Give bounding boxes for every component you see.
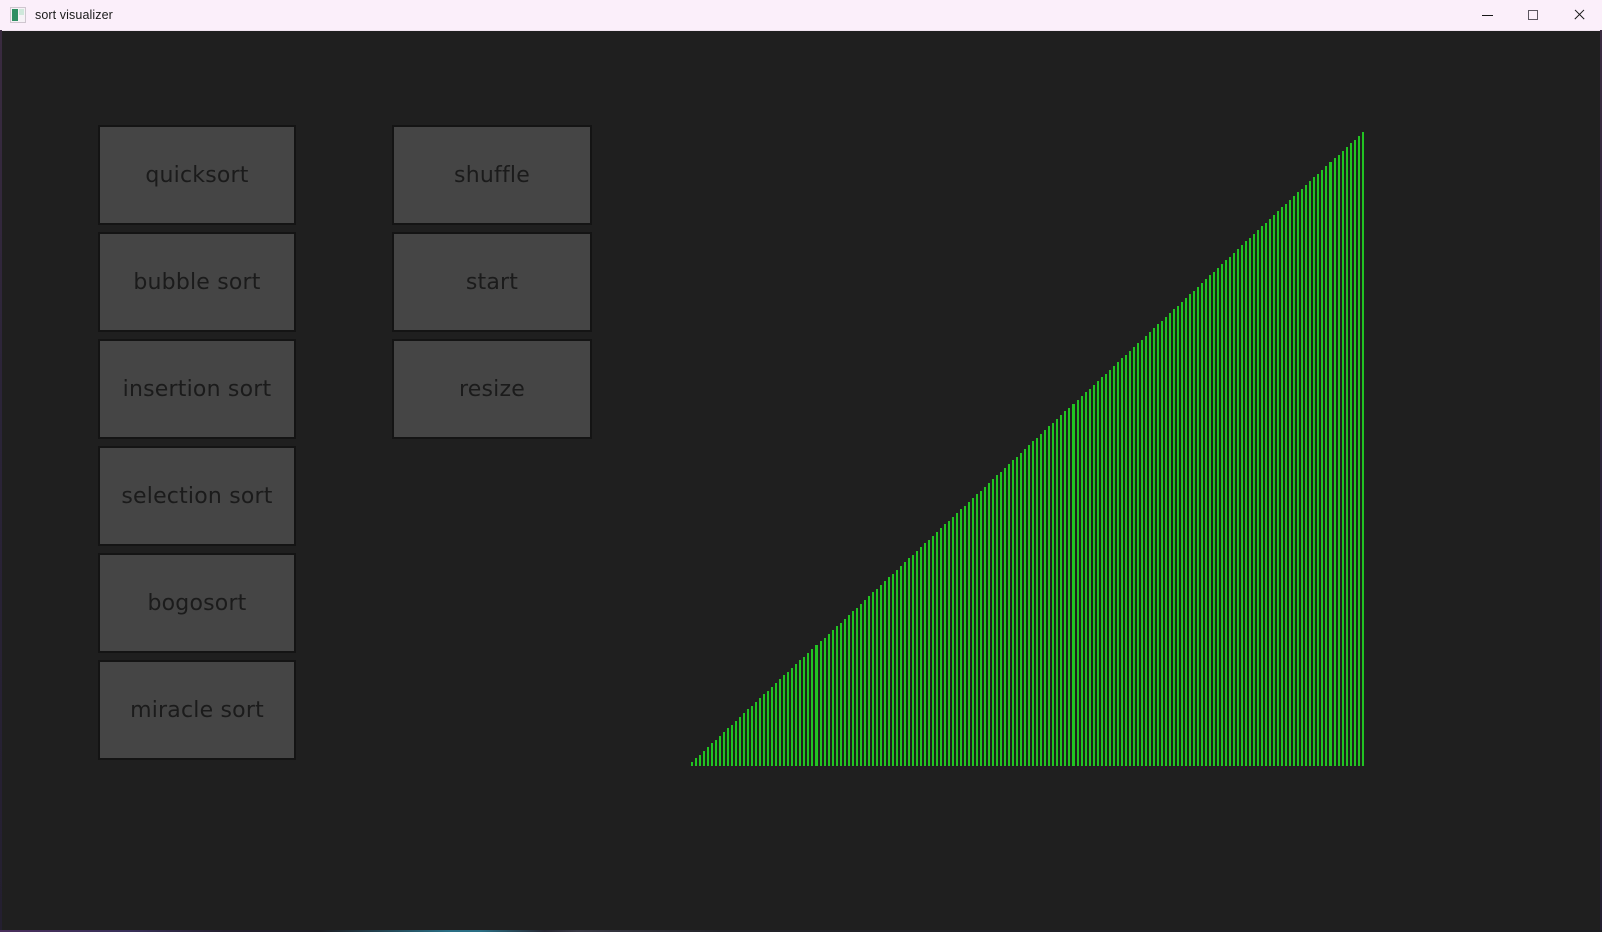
- close-icon: [1573, 9, 1585, 21]
- button-label: start: [465, 269, 519, 295]
- client-area: quicksort bubble sort insertion sort sel…: [2, 31, 1600, 930]
- app-icon: [10, 7, 26, 23]
- bar: [1361, 132, 1366, 766]
- title-bar[interactable]: sort visualizer: [0, 0, 1602, 31]
- button-label: resize: [459, 376, 525, 402]
- button-shuffle[interactable]: shuffle: [392, 125, 592, 225]
- button-label: shuffle: [454, 162, 530, 188]
- maximize-button[interactable]: [1510, 0, 1556, 31]
- button-label: selection sort: [121, 483, 273, 509]
- button-label: quicksort: [145, 162, 249, 188]
- button-label: insertion sort: [122, 376, 272, 402]
- button-quicksort[interactable]: quicksort: [98, 125, 296, 225]
- button-bogosort[interactable]: bogosort: [98, 553, 296, 653]
- sort-visualizer-canvas[interactable]: [691, 126, 1366, 766]
- bar-container: [691, 132, 1366, 766]
- button-resize[interactable]: resize: [392, 339, 592, 439]
- title-bar-left: sort visualizer: [0, 7, 1464, 23]
- button-miracle-sort[interactable]: miracle sort: [98, 660, 296, 760]
- button-label: bogosort: [147, 590, 247, 616]
- minimize-icon: [1481, 14, 1493, 16]
- window-title: sort visualizer: [35, 8, 113, 22]
- button-bubble-sort[interactable]: bubble sort: [98, 232, 296, 332]
- button-start[interactable]: start: [392, 232, 592, 332]
- control-button-column: shuffle start resize: [392, 125, 592, 446]
- minimize-button[interactable]: [1464, 0, 1510, 31]
- app-icon-square-green: [12, 9, 18, 21]
- button-label: bubble sort: [133, 269, 261, 295]
- maximize-icon: [1528, 10, 1538, 20]
- button-selection-sort[interactable]: selection sort: [98, 446, 296, 546]
- application-window: sort visualizer quicksort bubble sort in…: [0, 0, 1602, 932]
- button-label: miracle sort: [130, 697, 264, 723]
- algorithm-button-column: quicksort bubble sort insertion sort sel…: [98, 125, 296, 767]
- button-insertion-sort[interactable]: insertion sort: [98, 339, 296, 439]
- window-controls: [1464, 0, 1602, 31]
- app-icon-square-light: [19, 9, 24, 15]
- close-button[interactable]: [1556, 0, 1602, 31]
